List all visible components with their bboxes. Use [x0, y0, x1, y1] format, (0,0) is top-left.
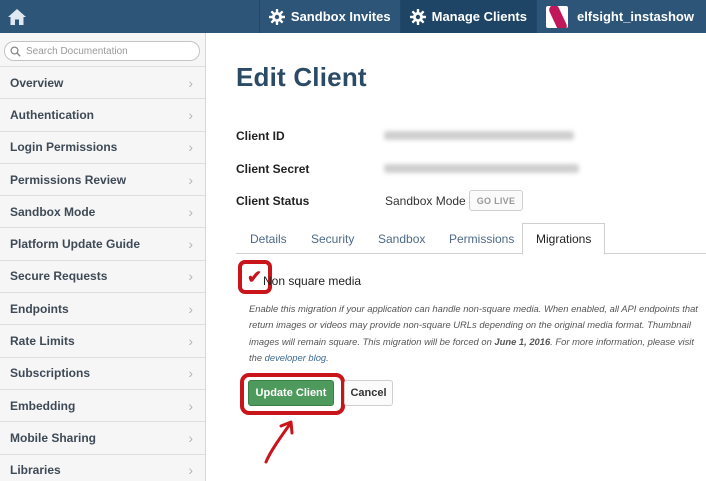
- tab-migrations[interactable]: Migrations: [522, 223, 606, 255]
- home-icon: [7, 8, 26, 25]
- gear-icon: [409, 8, 426, 25]
- client-id-label: Client ID: [236, 129, 285, 143]
- search-icon: [10, 45, 21, 57]
- sidebar-item-rate-limits[interactable]: Rate Limits ›: [0, 324, 205, 357]
- sidebar-item-overview[interactable]: Overview ›: [0, 66, 205, 99]
- tab-security[interactable]: Security: [311, 223, 354, 254]
- client-status-label: Client Status: [236, 194, 310, 208]
- sidebar-item-label: Libraries: [10, 463, 61, 478]
- migration-description-text-3: .: [326, 352, 329, 364]
- search-input[interactable]: [26, 45, 196, 57]
- sidebar-item-endpoints[interactable]: Endpoints ›: [0, 292, 205, 325]
- top-navigation-bar: Sandbox Invites Manage Clients elfsight_…: [0, 0, 706, 33]
- sidebar-item-label: Permissions Review: [10, 172, 127, 187]
- migration-deadline-date: June 1, 2016: [494, 335, 551, 347]
- chevron-right-icon: ›: [188, 365, 193, 382]
- client-secret-value-redacted: [384, 164, 579, 173]
- developer-blog-link[interactable]: developer blog: [265, 352, 327, 363]
- update-client-button[interactable]: Update Client: [248, 380, 334, 406]
- chevron-right-icon: ›: [188, 203, 193, 220]
- sidebar-item-label: Embedding: [10, 398, 76, 413]
- chevron-right-icon: ›: [188, 236, 193, 253]
- sidebar-item-label: Authentication: [10, 107, 94, 122]
- chevron-right-icon: ›: [188, 462, 193, 479]
- main-content: Edit Client Client ID Client Secret Clie…: [206, 33, 706, 481]
- client-tabs: Details Security Sandbox Permissions Mig…: [236, 223, 706, 255]
- sidebar-item-libraries[interactable]: Libraries ›: [0, 453, 205, 481]
- chevron-right-icon: ›: [188, 268, 193, 285]
- checkmark-icon: ✔: [247, 267, 263, 287]
- sidebar-item-permissions-review[interactable]: Permissions Review ›: [0, 162, 205, 196]
- sidebar-item-sandbox-mode[interactable]: Sandbox Mode ›: [0, 195, 205, 228]
- sidebar-item-login-permissions[interactable]: Login Permissions ›: [0, 130, 205, 163]
- annotation-arrow-icon: [264, 420, 294, 464]
- sidebar: Overview › Authentication › Login Permissi…: [0, 33, 206, 481]
- sidebar-item-label: Subscriptions: [10, 366, 91, 381]
- chevron-right-icon: ›: [188, 429, 193, 446]
- sidebar-item-label: Overview: [10, 75, 64, 90]
- sidebar-item-authentication[interactable]: Authentication ›: [0, 98, 205, 131]
- sidebar-item-platform-update-guide[interactable]: Platform Update Guide ›: [0, 227, 205, 260]
- tab-details[interactable]: Details: [250, 223, 287, 254]
- chevron-right-icon: ›: [188, 300, 193, 317]
- app-logo-icon: [545, 5, 568, 28]
- client-secret-label: Client Secret: [236, 162, 310, 176]
- chevron-right-icon: ›: [188, 106, 193, 123]
- non-square-media-label: Non square media: [263, 274, 362, 288]
- sidebar-item-subscriptions[interactable]: Subscriptions ›: [0, 356, 205, 389]
- sidebar-item-secure-requests[interactable]: Secure Requests ›: [0, 259, 205, 293]
- chevron-right-icon: ›: [188, 139, 193, 156]
- sandbox-invites-label: Sandbox Invites: [290, 9, 391, 24]
- sidebar-item-label: Sandbox Mode: [10, 204, 96, 219]
- sidebar-item-label: Rate Limits: [10, 334, 75, 349]
- gear-icon: [268, 8, 285, 25]
- sidebar-item-label: Secure Requests: [10, 269, 108, 284]
- go-live-button[interactable]: GO LIVE: [469, 190, 523, 211]
- client-status-value: Sandbox Mode: [385, 194, 466, 208]
- chevron-right-icon: ›: [188, 171, 193, 188]
- home-button[interactable]: [0, 0, 33, 33]
- sidebar-nav-list: Overview › Authentication › Login Permissi…: [0, 66, 205, 481]
- sandbox-invites-link[interactable]: Sandbox Invites: [258, 0, 400, 33]
- page-title: Edit Client: [236, 62, 367, 92]
- client-id-value-redacted: [384, 131, 574, 140]
- search-box[interactable]: [4, 41, 200, 61]
- tab-permissions[interactable]: Permissions: [449, 223, 514, 254]
- migration-description: Enable this migration if your applicatio…: [249, 301, 704, 367]
- cancel-button[interactable]: Cancel: [344, 380, 393, 406]
- sidebar-item-label: Mobile Sharing: [10, 430, 97, 445]
- sidebar-item-label: Endpoints: [10, 301, 69, 316]
- sidebar-item-mobile-sharing[interactable]: Mobile Sharing ›: [0, 421, 205, 454]
- chevron-right-icon: ›: [188, 397, 193, 414]
- sidebar-item-label: Login Permissions: [10, 140, 118, 155]
- sidebar-item-embedding[interactable]: Embedding ›: [0, 388, 205, 422]
- chevron-right-icon: ›: [188, 74, 193, 91]
- chevron-right-icon: ›: [188, 333, 193, 350]
- manage-clients-link[interactable]: Manage Clients: [399, 0, 536, 33]
- account-menu[interactable]: elfsight_instashow: [535, 0, 706, 33]
- manage-clients-label: Manage Clients: [431, 9, 527, 24]
- account-name: elfsight_instashow: [576, 9, 694, 24]
- sidebar-item-label: Platform Update Guide: [10, 237, 141, 252]
- tab-sandbox[interactable]: Sandbox: [378, 223, 425, 254]
